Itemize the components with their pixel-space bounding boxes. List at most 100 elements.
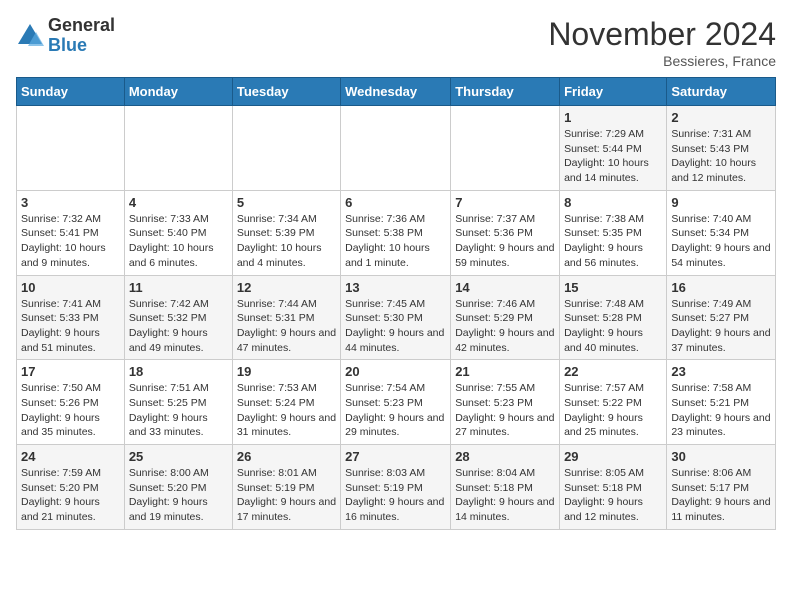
calendar-cell: 18 Sunrise: 7:51 AM Sunset: 5:25 PM Dayli… — [124, 360, 232, 445]
day-info: Sunrise: 7:34 AM Sunset: 5:39 PM Dayligh… — [237, 212, 336, 271]
day-info: Sunrise: 8:00 AM Sunset: 5:20 PM Dayligh… — [129, 466, 228, 525]
calendar-cell: 9 Sunrise: 7:40 AM Sunset: 5:34 PM Daylig… — [667, 190, 776, 275]
week-row-4: 24Sunrise: 7:59 AM Sunset: 5:20 PM Dayli… — [17, 445, 776, 530]
calendar-header: SundayMondayTuesdayWednesdayThursdayFrid… — [17, 78, 776, 106]
day-info: Sunrise: 7:32 AM Sunset: 5:41 PM Dayligh… — [21, 212, 120, 271]
day-header-sunday: Sunday — [17, 78, 125, 106]
day-number: 26 — [237, 449, 336, 464]
day-number: 11 — [129, 280, 228, 295]
day-number: 19 — [237, 364, 336, 379]
day-number: 24 — [21, 449, 120, 464]
day-number: 16 — [671, 280, 771, 295]
calendar-cell: 17 Sunrise: 7:50 AM Sunset: 5:26 PM Dayli… — [17, 360, 125, 445]
day-header-wednesday: Wednesday — [341, 78, 451, 106]
day-header-friday: Friday — [560, 78, 667, 106]
calendar-cell: 10 Sunrise: 7:41 AM Sunset: 5:33 PM Dayli… — [17, 275, 125, 360]
day-info: Sunrise: 7:41 AM Sunset: 5:33 PM Dayligh… — [21, 297, 120, 356]
week-row-1: 3 Sunrise: 7:32 AM Sunset: 5:41 PM Daylig… — [17, 190, 776, 275]
day-info: Sunrise: 7:37 AM Sunset: 5:36 PM Dayligh… — [455, 212, 555, 271]
day-number: 2 — [671, 110, 771, 125]
title-area: November 2024 Bessieres, France — [548, 16, 776, 69]
calendar-cell: 12 Sunrise: 7:44 AM Sunset: 5:31 PM Dayli… — [232, 275, 340, 360]
day-header-tuesday: Tuesday — [232, 78, 340, 106]
day-info: Sunrise: 7:38 AM Sunset: 5:35 PM Dayligh… — [564, 212, 662, 271]
day-info: Sunrise: 7:53 AM Sunset: 5:24 PM Dayligh… — [237, 381, 336, 440]
day-info: Sunrise: 7:33 AM Sunset: 5:40 PM Dayligh… — [129, 212, 228, 271]
day-info: Sunrise: 7:51 AM Sunset: 5:25 PM Dayligh… — [129, 381, 228, 440]
calendar-cell: 22 Sunrise: 7:57 AM Sunset: 5:22 PM Dayli… — [560, 360, 667, 445]
day-number: 14 — [455, 280, 555, 295]
day-info: Sunrise: 8:04 AM Sunset: 5:18 PM Dayligh… — [455, 466, 555, 525]
calendar-cell: 24Sunrise: 7:59 AM Sunset: 5:20 PM Dayli… — [17, 445, 125, 530]
calendar-cell: 1Sunrise: 7:29 AM Sunset: 5:44 PM Daylig… — [560, 106, 667, 191]
location: Bessieres, France — [548, 53, 776, 69]
day-info: Sunrise: 8:05 AM Sunset: 5:18 PM Dayligh… — [564, 466, 662, 525]
day-info: Sunrise: 7:48 AM Sunset: 5:28 PM Dayligh… — [564, 297, 662, 356]
calendar-cell: 28 Sunrise: 8:04 AM Sunset: 5:18 PM Dayli… — [451, 445, 560, 530]
day-info: Sunrise: 7:44 AM Sunset: 5:31 PM Dayligh… — [237, 297, 336, 356]
calendar-cell: 27 Sunrise: 8:03 AM Sunset: 5:19 PM Dayli… — [341, 445, 451, 530]
day-number: 25 — [129, 449, 228, 464]
day-number: 8 — [564, 195, 662, 210]
day-info: Sunrise: 7:40 AM Sunset: 5:34 PM Dayligh… — [671, 212, 771, 271]
day-number: 12 — [237, 280, 336, 295]
calendar-cell: 19 Sunrise: 7:53 AM Sunset: 5:24 PM Dayli… — [232, 360, 340, 445]
day-info: Sunrise: 8:01 AM Sunset: 5:19 PM Dayligh… — [237, 466, 336, 525]
day-number: 10 — [21, 280, 120, 295]
day-number: 17 — [21, 364, 120, 379]
day-number: 4 — [129, 195, 228, 210]
week-row-2: 10 Sunrise: 7:41 AM Sunset: 5:33 PM Dayli… — [17, 275, 776, 360]
day-number: 18 — [129, 364, 228, 379]
calendar-cell — [17, 106, 125, 191]
day-info: Sunrise: 7:58 AM Sunset: 5:21 PM Dayligh… — [671, 381, 771, 440]
calendar-cell: 30Sunrise: 8:06 AM Sunset: 5:17 PM Dayli… — [667, 445, 776, 530]
calendar-body: 1Sunrise: 7:29 AM Sunset: 5:44 PM Daylig… — [17, 106, 776, 530]
logo-icon — [16, 22, 44, 50]
day-info: Sunrise: 7:49 AM Sunset: 5:27 PM Dayligh… — [671, 297, 771, 356]
calendar-cell: 5 Sunrise: 7:34 AM Sunset: 5:39 PM Daylig… — [232, 190, 340, 275]
week-row-0: 1Sunrise: 7:29 AM Sunset: 5:44 PM Daylig… — [17, 106, 776, 191]
month-title: November 2024 — [548, 16, 776, 53]
day-info: Sunrise: 7:29 AM Sunset: 5:44 PM Dayligh… — [564, 127, 662, 186]
day-info: Sunrise: 7:42 AM Sunset: 5:32 PM Dayligh… — [129, 297, 228, 356]
day-info: Sunrise: 7:57 AM Sunset: 5:22 PM Dayligh… — [564, 381, 662, 440]
day-number: 6 — [345, 195, 446, 210]
calendar-cell: 21 Sunrise: 7:55 AM Sunset: 5:23 PM Dayli… — [451, 360, 560, 445]
calendar-cell: 26 Sunrise: 8:01 AM Sunset: 5:19 PM Dayli… — [232, 445, 340, 530]
day-number: 23 — [671, 364, 771, 379]
day-number: 27 — [345, 449, 446, 464]
calendar-cell: 2 Sunrise: 7:31 AM Sunset: 5:43 PM Daylig… — [667, 106, 776, 191]
calendar-cell: 13Sunrise: 7:45 AM Sunset: 5:30 PM Dayli… — [341, 275, 451, 360]
day-info: Sunrise: 7:45 AM Sunset: 5:30 PM Dayligh… — [345, 297, 446, 356]
day-number: 22 — [564, 364, 662, 379]
calendar-cell — [451, 106, 560, 191]
day-info: Sunrise: 8:06 AM Sunset: 5:17 PM Dayligh… — [671, 466, 771, 525]
day-number: 21 — [455, 364, 555, 379]
calendar-cell: 16 Sunrise: 7:49 AM Sunset: 5:27 PM Dayli… — [667, 275, 776, 360]
day-info: Sunrise: 7:55 AM Sunset: 5:23 PM Dayligh… — [455, 381, 555, 440]
day-number: 29 — [564, 449, 662, 464]
day-header-thursday: Thursday — [451, 78, 560, 106]
calendar-cell: 29 Sunrise: 8:05 AM Sunset: 5:18 PM Dayli… — [560, 445, 667, 530]
calendar-cell: 7 Sunrise: 7:37 AM Sunset: 5:36 PM Daylig… — [451, 190, 560, 275]
day-number: 9 — [671, 195, 771, 210]
calendar-cell: 8 Sunrise: 7:38 AM Sunset: 5:35 PM Daylig… — [560, 190, 667, 275]
day-number: 28 — [455, 449, 555, 464]
calendar-cell — [232, 106, 340, 191]
day-number: 5 — [237, 195, 336, 210]
day-header-monday: Monday — [124, 78, 232, 106]
logo-general: General — [48, 15, 115, 35]
header-row: SundayMondayTuesdayWednesdayThursdayFrid… — [17, 78, 776, 106]
day-info: Sunrise: 7:50 AM Sunset: 5:26 PM Dayligh… — [21, 381, 120, 440]
calendar-cell — [341, 106, 451, 191]
day-number: 3 — [21, 195, 120, 210]
day-info: Sunrise: 7:31 AM Sunset: 5:43 PM Dayligh… — [671, 127, 771, 186]
day-number: 20 — [345, 364, 446, 379]
logo-blue: Blue — [48, 35, 87, 55]
day-info: Sunrise: 8:03 AM Sunset: 5:19 PM Dayligh… — [345, 466, 446, 525]
day-info: Sunrise: 7:36 AM Sunset: 5:38 PM Dayligh… — [345, 212, 446, 271]
day-info: Sunrise: 7:54 AM Sunset: 5:23 PM Dayligh… — [345, 381, 446, 440]
day-header-saturday: Saturday — [667, 78, 776, 106]
calendar-cell: 15Sunrise: 7:48 AM Sunset: 5:28 PM Dayli… — [560, 275, 667, 360]
day-number: 7 — [455, 195, 555, 210]
